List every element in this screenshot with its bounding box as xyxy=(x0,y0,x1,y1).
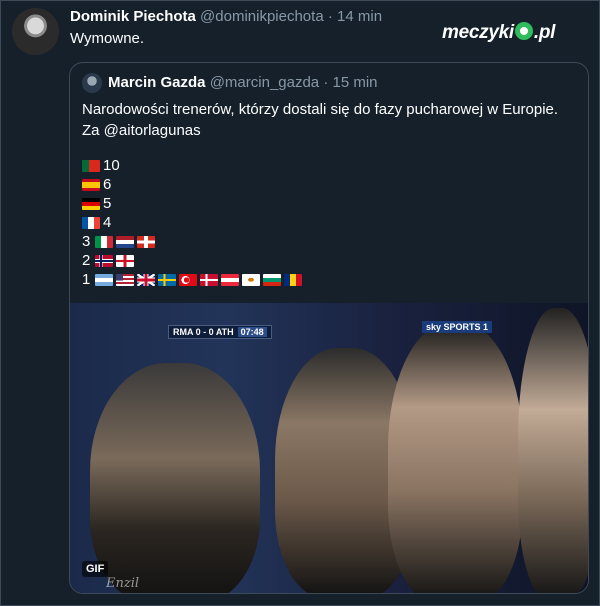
brand-logo-domain: .pl xyxy=(533,22,556,43)
flag-stat-row: 1 xyxy=(82,271,303,288)
quoted-text-mention: Za @aitorlagunas xyxy=(82,122,201,139)
tweet-header: Dominik Piechota @dominikpiechota · 14 m… xyxy=(70,8,382,25)
person-far-right xyxy=(518,308,588,593)
flag-turkey-icon xyxy=(179,273,198,286)
separator: · xyxy=(327,8,333,25)
flag-stat-row: 4 xyxy=(82,214,113,231)
stat-count: 6 xyxy=(103,176,112,193)
flag-norway-icon xyxy=(95,254,114,267)
flag-uk-icon xyxy=(137,273,156,286)
stat-count: 4 xyxy=(103,214,112,231)
watermark: Enzil xyxy=(106,576,140,591)
flag-germany-icon xyxy=(82,197,100,210)
scoreboard: RMA 0 - 0 ATH 07:48 xyxy=(168,325,272,339)
flag-portugal-icon xyxy=(82,159,100,172)
flag-stat-row: 5 xyxy=(82,195,113,212)
match-clock: 07:48 xyxy=(237,327,267,337)
flag-spain-icon xyxy=(82,178,100,191)
flag-netherlands-icon xyxy=(116,235,135,248)
flag-cyprus-icon xyxy=(242,273,261,286)
quoted-text: Narodowości trenerów, którzy dostali się… xyxy=(82,99,572,141)
quoted-timestamp[interactable]: 15 min xyxy=(333,74,378,91)
quoted-author-handle[interactable]: @marcin_gazda xyxy=(210,74,319,91)
stat-count: 2 xyxy=(82,252,91,269)
flag-england-icon xyxy=(116,254,135,267)
gif-media[interactable]: RMA 0 - 0 ATH 07:48 sky SPORTS 1 GIF Enzi… xyxy=(70,303,588,593)
flag-stat-row: 2 xyxy=(82,252,135,269)
author-handle[interactable]: @dominikpiechota xyxy=(200,8,324,25)
stat-count: 3 xyxy=(82,233,91,250)
brand-logo-text: meczyki xyxy=(442,22,514,43)
quoted-author-name[interactable]: Marcin Gazda xyxy=(108,74,206,91)
gif-badge: GIF xyxy=(82,561,109,577)
brand-logo: meczyki .pl xyxy=(442,22,555,44)
flag-stat-row: 6 xyxy=(82,176,113,193)
flag-switzerland-icon xyxy=(137,235,156,248)
ball-icon xyxy=(514,22,533,40)
flag-stat-row: 10 xyxy=(82,157,122,174)
flag-bulgaria-icon xyxy=(263,273,282,286)
flag-denmark-icon xyxy=(200,273,219,286)
flag-usa-icon xyxy=(116,273,135,286)
flag-argentina-icon xyxy=(95,273,114,286)
tweet-text: Wymowne. xyxy=(70,30,145,47)
stat-count: 5 xyxy=(103,195,112,212)
flag-romania-icon xyxy=(284,273,303,286)
flag-austria-icon xyxy=(221,273,240,286)
quoted-avatar[interactable] xyxy=(82,73,102,93)
stat-count: 10 xyxy=(103,157,120,174)
quoted-separator: · xyxy=(323,74,329,91)
timestamp[interactable]: 14 min xyxy=(337,8,382,25)
flag-italy-icon xyxy=(95,235,114,248)
author-name[interactable]: Dominik Piechota xyxy=(70,8,196,25)
flag-sweden-icon xyxy=(158,273,177,286)
quoted-header: Marcin Gazda @marcin_gazda · 15 min xyxy=(108,74,378,91)
quoted-tweet[interactable]: Marcin Gazda @marcin_gazda · 15 min Naro… xyxy=(69,62,589,594)
person-left xyxy=(90,363,260,593)
channel-logo: sky SPORTS 1 xyxy=(421,321,492,333)
flag-france-icon xyxy=(82,216,100,229)
stat-count: 1 xyxy=(82,271,91,288)
flag-stat-row: 3 xyxy=(82,233,156,250)
quoted-text-line: Narodowości trenerów, którzy dostali się… xyxy=(82,101,559,118)
person-right xyxy=(388,323,523,593)
score-text: RMA 0 - 0 ATH xyxy=(173,327,234,337)
avatar[interactable] xyxy=(12,8,59,55)
